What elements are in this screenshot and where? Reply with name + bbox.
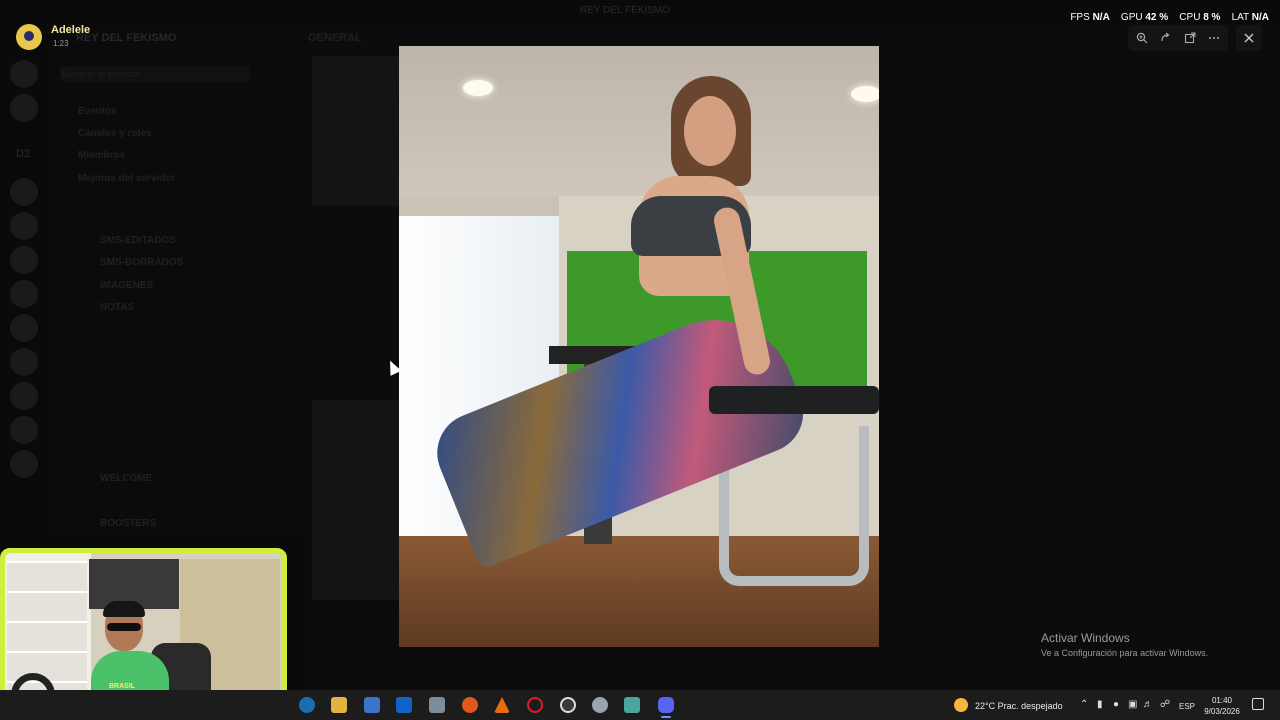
rotate-icon[interactable] bbox=[1155, 25, 1177, 51]
channel-item[interactable]: Eventos bbox=[78, 106, 117, 117]
channel-item[interactable]: Miembros bbox=[78, 150, 125, 161]
channel-list: REY DEL FEKISMO bbox=[48, 24, 310, 534]
server-icon[interactable] bbox=[10, 94, 38, 122]
microphone-icon[interactable]: ● bbox=[1113, 699, 1119, 710]
channel-item[interactable]: BOOSTERS bbox=[100, 518, 156, 529]
server-folder-label: D2 bbox=[16, 148, 31, 160]
open-in-browser-icon[interactable] bbox=[1179, 25, 1201, 51]
channel-item[interactable]: NOTAS bbox=[100, 302, 134, 313]
channel-header: GENERAL bbox=[308, 32, 362, 44]
weather-text[interactable]: 22°C Prac. despejado bbox=[975, 701, 1063, 711]
lat-label: LAT bbox=[1231, 12, 1249, 23]
fps-value: N/A bbox=[1092, 12, 1110, 23]
hair bbox=[103, 601, 145, 617]
server-icon[interactable] bbox=[10, 382, 38, 410]
fps-label: FPS bbox=[1070, 12, 1090, 23]
user-avatar[interactable] bbox=[16, 24, 42, 50]
server-icon[interactable] bbox=[10, 280, 38, 308]
close-viewer-button[interactable] bbox=[1236, 25, 1262, 51]
show-hidden-icons-icon[interactable]: ⌃ bbox=[1080, 699, 1088, 710]
server-rail bbox=[0, 50, 48, 540]
notepad-icon[interactable] bbox=[429, 697, 445, 713]
shirt-text: BRASIL bbox=[109, 683, 136, 690]
file-explorer-icon[interactable] bbox=[331, 697, 347, 713]
display-icon[interactable]: ▣ bbox=[1128, 699, 1137, 710]
network-icon[interactable]: ☍ bbox=[1160, 699, 1170, 710]
image-viewer[interactable] bbox=[399, 46, 879, 647]
head bbox=[684, 96, 736, 166]
notes-icon[interactable] bbox=[624, 697, 640, 713]
message-image[interactable] bbox=[312, 56, 402, 206]
activation-subtitle: Ve a Configuración para activar Windows. bbox=[1041, 648, 1209, 658]
obs-icon[interactable] bbox=[560, 697, 576, 713]
sunglasses bbox=[107, 623, 141, 631]
server-icon[interactable] bbox=[10, 314, 38, 342]
language-indicator[interactable]: ESP bbox=[1179, 702, 1195, 711]
server-icon[interactable] bbox=[10, 450, 38, 478]
discord-icon[interactable] bbox=[658, 697, 674, 713]
message-image[interactable] bbox=[312, 400, 402, 600]
active-app-indicator bbox=[661, 716, 671, 718]
server-icon[interactable] bbox=[10, 348, 38, 376]
window-title: REY DEL FEKISMO bbox=[580, 5, 671, 16]
channel-item[interactable]: SMS-EDITADOS bbox=[100, 235, 176, 246]
firefox-icon[interactable] bbox=[462, 697, 478, 713]
edge-icon[interactable] bbox=[299, 697, 315, 713]
avatar-eye bbox=[24, 31, 34, 41]
channel-item[interactable]: Mejoras del servidor bbox=[78, 173, 175, 184]
bench-seat bbox=[709, 386, 879, 414]
clock-time: 01:40 bbox=[1211, 696, 1233, 705]
opera-icon[interactable] bbox=[527, 697, 543, 713]
more-icon[interactable] bbox=[1203, 25, 1225, 51]
server-title[interactable]: REY DEL FEKISMO bbox=[76, 32, 176, 44]
server-icon[interactable] bbox=[10, 178, 38, 206]
ceiling bbox=[399, 46, 879, 196]
store-icon[interactable] bbox=[364, 697, 380, 713]
cpu-label: CPU bbox=[1179, 12, 1201, 23]
channel-item[interactable]: IMAGENES bbox=[100, 280, 153, 291]
cpu-value: 8 % bbox=[1203, 12, 1221, 23]
zoom-in-icon[interactable] bbox=[1131, 25, 1153, 51]
clock[interactable]: 01:40 9/03/2026 bbox=[1204, 695, 1240, 717]
user-name: Adelele bbox=[51, 24, 91, 36]
ceiling-light bbox=[851, 86, 879, 102]
channel-item[interactable]: WELCOME bbox=[100, 473, 152, 484]
user-subtitle: 1:23 bbox=[53, 39, 69, 48]
performance-overlay: FPS N/A GPU 42 % CPU 8 % LAT N/A bbox=[1070, 12, 1269, 23]
settings-icon[interactable] bbox=[592, 697, 608, 713]
server-icon[interactable] bbox=[10, 60, 38, 88]
volume-icon[interactable]: ♬ bbox=[1143, 699, 1153, 710]
outlook-icon[interactable] bbox=[396, 697, 412, 713]
activation-title: Activar Windows bbox=[1041, 631, 1130, 645]
gpu-label: GPU bbox=[1120, 12, 1143, 23]
server-icon[interactable] bbox=[10, 246, 38, 274]
ceiling-light bbox=[463, 80, 493, 96]
notification-icon[interactable] bbox=[1252, 698, 1264, 710]
gpu-value: 42 % bbox=[1145, 12, 1169, 23]
channel-item[interactable]: SMS-BORRADOS bbox=[100, 257, 183, 268]
close-icon bbox=[1244, 33, 1254, 43]
server-icon[interactable] bbox=[10, 416, 38, 444]
server-icon[interactable] bbox=[10, 212, 38, 240]
clock-date: 9/03/2026 bbox=[1204, 707, 1240, 716]
lat-value: N/A bbox=[1251, 12, 1269, 23]
weather-icon[interactable] bbox=[954, 698, 968, 712]
usb-icon[interactable]: ▮ bbox=[1097, 699, 1103, 710]
channel-item[interactable]: Canales y roles bbox=[78, 128, 151, 139]
server-search-placeholder: Explorar el servidor bbox=[62, 69, 140, 79]
